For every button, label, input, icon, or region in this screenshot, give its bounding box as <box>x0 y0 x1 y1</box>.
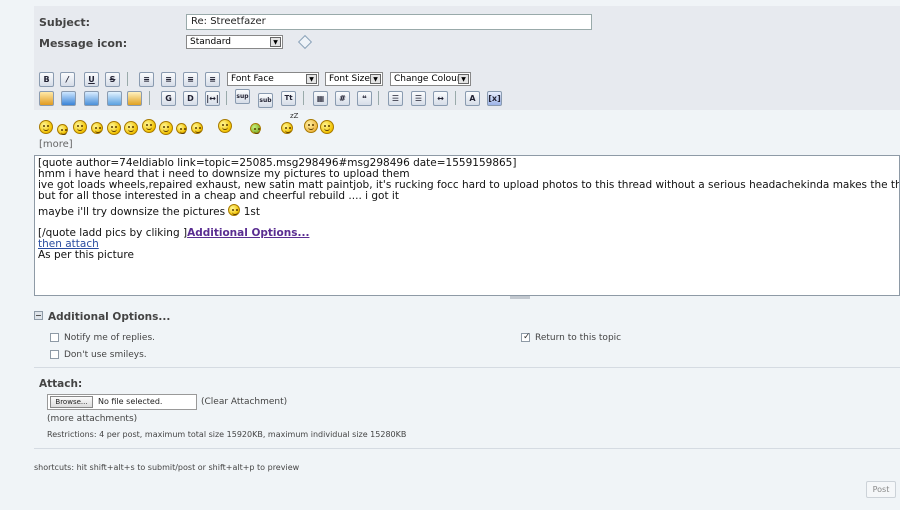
font-face-select[interactable]: Font Face ▼ <box>227 72 319 86</box>
change-colour-label: Change Colour <box>394 74 461 84</box>
message-line: then attach <box>38 239 896 250</box>
textarea-resize-handle[interactable] <box>510 296 530 299</box>
toolbar-divider <box>378 91 379 105</box>
teletype-icon[interactable]: Tt <box>281 91 296 106</box>
italic-button[interactable]: / <box>60 72 75 87</box>
message-text: 1st <box>243 206 261 218</box>
chevron-down-icon: ▼ <box>458 74 469 84</box>
browse-button[interactable]: Browse... <box>50 396 93 408</box>
divider <box>34 448 900 449</box>
ftp-icon[interactable] <box>127 91 142 106</box>
marquee-icon[interactable]: |↔| <box>205 91 220 106</box>
change-colour-select[interactable]: Change Colour ▼ <box>390 72 471 86</box>
quote-icon[interactable]: ❝ <box>357 91 372 106</box>
sad-icon[interactable] <box>124 121 138 135</box>
checkmark-icon: ✓ <box>523 332 531 342</box>
align-right-icon[interactable]: ≡ <box>183 72 198 87</box>
message-icon-label: Message icon: <box>39 37 128 50</box>
divider <box>34 367 900 368</box>
notify-checkbox[interactable] <box>50 333 59 342</box>
bold-button[interactable]: B <box>39 72 54 87</box>
subject-label: Subject: <box>39 16 91 29</box>
toolbar-divider <box>127 72 128 86</box>
sleep-icon[interactable] <box>281 122 293 134</box>
smiley-icon <box>228 204 241 216</box>
message-line: [/quote ladd pics by cliking ]Additional… <box>38 228 896 239</box>
collapse-icon[interactable] <box>34 311 43 320</box>
lips-sealed-icon[interactable] <box>320 120 334 134</box>
shocked-icon[interactable] <box>142 119 156 133</box>
remove-format-icon[interactable]: A <box>465 91 480 106</box>
devil-icon[interactable] <box>304 119 318 133</box>
additional-options-title[interactable]: Additional Options... <box>48 311 170 323</box>
roll-eyes-icon[interactable] <box>191 122 203 134</box>
strikethrough-button[interactable]: S <box>105 72 120 87</box>
code-icon[interactable]: # <box>335 91 350 106</box>
message-line: As per this picture <box>38 249 134 261</box>
image-icon[interactable] <box>61 91 76 106</box>
font-size-select[interactable]: Font Size ▼ <box>325 72 383 86</box>
subject-input[interactable]: Re: Streetfazer <box>186 14 592 30</box>
toolbar-divider <box>303 91 304 105</box>
cheesy-icon[interactable] <box>73 120 87 134</box>
subscript-icon[interactable]: sub <box>258 93 273 108</box>
clear-attachment-link[interactable]: (Clear Attachment) <box>201 397 287 407</box>
cool-icon[interactable] <box>159 121 173 135</box>
grin-icon[interactable] <box>91 122 103 134</box>
wink-icon[interactable] <box>57 124 68 135</box>
message-icon-select[interactable]: Standard ▼ <box>186 35 283 49</box>
flash-icon[interactable] <box>39 91 54 106</box>
attach-title: Attach: <box>39 378 83 390</box>
message-line: but for all those interested in a cheap … <box>38 190 399 202</box>
return-label: Return to this topic <box>535 333 622 343</box>
align-left-icon[interactable]: ≡ <box>139 72 154 87</box>
sleep-zz-label: zZ <box>290 112 299 120</box>
toolbar-divider <box>226 91 227 105</box>
link-icon[interactable] <box>84 91 99 106</box>
more-smileys-link[interactable]: [more] <box>39 139 73 150</box>
message-line: maybe i'll try downsize the pictures 1st <box>38 204 896 218</box>
restrictions-text: Restrictions: 4 per post, maximum total … <box>47 430 407 439</box>
angry-icon[interactable] <box>107 121 121 135</box>
shadow-icon[interactable]: D <box>183 91 198 106</box>
chevron-down-icon: ▼ <box>306 74 317 84</box>
smiley-icon[interactable] <box>39 120 53 134</box>
bullet-list-icon[interactable]: ☰ <box>388 91 403 106</box>
file-input[interactable]: Browse... No file selected. <box>47 394 197 410</box>
message-text: maybe i'll try downsize the pictures <box>38 206 226 218</box>
huh-icon[interactable] <box>176 123 187 134</box>
toolbar-divider <box>149 91 150 105</box>
tongue-icon[interactable] <box>218 119 232 133</box>
no-smileys-checkbox[interactable] <box>50 350 59 359</box>
font-face-label: Font Face <box>231 74 274 84</box>
message-icon-select-value: Standard <box>190 37 231 47</box>
message-textarea[interactable]: [quote author=74eldiablo link=topic=2508… <box>34 155 900 296</box>
return-checkbox[interactable]: ✓ <box>521 332 531 342</box>
shortcuts-text: shortcuts: hit shift+alt+s to submit/pos… <box>34 463 300 472</box>
horizontal-rule-icon[interactable]: ↔ <box>433 91 448 106</box>
additional-options-link[interactable]: Additional Options... <box>187 227 309 239</box>
align-center-icon[interactable]: ≡ <box>161 72 176 87</box>
glow-icon[interactable]: G <box>161 91 176 106</box>
more-attachments-link[interactable]: (more attachments) <box>47 414 137 424</box>
post-button[interactable]: Post <box>866 481 896 498</box>
chevron-down-icon: ▼ <box>370 74 381 84</box>
no-smileys-label: Don't use smileys. <box>64 350 147 360</box>
no-file-label: No file selected. <box>98 397 163 406</box>
font-size-label: Font Size <box>329 74 370 84</box>
notify-label: Notify me of replies. <box>64 333 156 343</box>
email-icon[interactable] <box>107 91 122 106</box>
align-justify-icon[interactable]: ≡ <box>205 72 220 87</box>
numbered-list-icon[interactable]: ☰ <box>411 91 426 106</box>
chevron-down-icon: ▼ <box>270 37 281 47</box>
table-icon[interactable]: ▦ <box>313 91 328 106</box>
toolbar-divider <box>455 91 456 105</box>
embarrassed-icon[interactable] <box>250 123 261 134</box>
underline-button[interactable]: U <box>84 72 99 87</box>
superscript-icon[interactable]: sup <box>235 89 250 104</box>
toggle-view-icon[interactable]: [x] <box>487 91 502 106</box>
